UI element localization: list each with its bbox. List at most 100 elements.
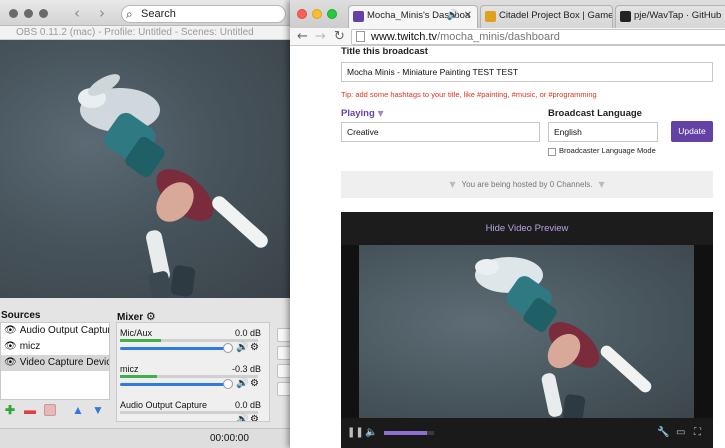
- miniature-figure-image: [78, 74, 268, 298]
- github-icon: [620, 11, 631, 22]
- eye-icon[interactable]: 👁: [4, 357, 17, 368]
- search-icon: ⌕: [126, 7, 133, 21]
- properties-icon[interactable]: [44, 404, 56, 416]
- eye-icon[interactable]: 👁: [4, 325, 17, 336]
- audio-mixer: Mic/Aux 0.0 dB 🔊 ⚙ micz -0.3 dB 🔊 ⚙ Audi…: [116, 322, 270, 422]
- language-select[interactable]: English: [548, 122, 658, 142]
- tab-label: Citadel Project Box | Games: [499, 10, 613, 21]
- hosted-bar[interactable]: ▼ You are being hosted by 0 Channels. ▼: [341, 171, 713, 198]
- hashtag-tip: Tip: add some hashtags to your title, li…: [341, 90, 597, 99]
- arrow-down-icon[interactable]: ▼: [92, 404, 104, 416]
- volume-slider[interactable]: [120, 347, 228, 350]
- gear-icon[interactable]: ⚙: [250, 378, 259, 389]
- wrench-icon[interactable]: 🔧: [657, 427, 669, 438]
- title-label: Title this broadcast: [341, 46, 428, 57]
- speaker-icon[interactable]: 🔊: [236, 414, 248, 421]
- page-icon: [356, 31, 365, 42]
- source-item[interactable]: 👁 micz: [1, 339, 109, 355]
- plus-icon[interactable]: ✚: [4, 404, 16, 416]
- reload-icon[interactable]: ↻: [334, 28, 345, 46]
- source-item-selected[interactable]: 👁 Video Capture Device: [1, 355, 109, 371]
- volume-slider-handle[interactable]: [223, 343, 233, 353]
- hide-preview-button[interactable]: Hide Video Preview: [341, 212, 713, 245]
- chrome-window: Mocha_Minis's Dashboa 🔊 ✕ Citadel Projec…: [290, 0, 725, 448]
- spotlight-search[interactable]: ⌕ Search: [121, 5, 286, 23]
- title-input[interactable]: Mocha Minis - Miniature Painting TEST TE…: [341, 62, 713, 82]
- obs-window: ‹ › ⌕ Search OBS 0.11.2 (mac) - Profile:…: [0, 0, 292, 448]
- minimize-window-button[interactable]: [24, 9, 33, 18]
- obs-statusbar: 00:00:00: [0, 428, 292, 448]
- url-text: www.twitch.tv/mocha_minis/dashboard: [371, 31, 560, 43]
- browser-toolbar: ← → ↻ www.twitch.tv/mocha_minis/dashboar…: [290, 28, 725, 46]
- pause-icon[interactable]: ❚❚: [347, 427, 364, 438]
- fullscreen-icon[interactable]: ⛶: [694, 427, 701, 438]
- channel-name: micz: [120, 364, 139, 374]
- forward-arrow-icon[interactable]: ›: [99, 4, 105, 22]
- twitch-icon: [353, 11, 364, 22]
- back-arrow-icon[interactable]: ‹: [74, 4, 80, 22]
- zoom-window-button[interactable]: [327, 9, 337, 19]
- language-label: Broadcast Language: [548, 108, 642, 119]
- tab-github[interactable]: pje/WavTap · GitHub: [615, 5, 725, 28]
- tab-citadel[interactable]: Citadel Project Box | Games: [480, 5, 613, 28]
- url-path: /mocha_minis/dashboard: [437, 31, 560, 43]
- twitch-dashboard: Title this broadcast Mocha Minis - Minia…: [290, 46, 725, 448]
- theater-mode-icon[interactable]: ▭: [676, 427, 685, 438]
- desktop: ‹ › ⌕ Search OBS 0.11.2 (mac) - Profile:…: [0, 0, 725, 448]
- source-label: Audio Output Capture: [19, 325, 109, 336]
- volume-slider[interactable]: [120, 383, 228, 386]
- player-controls: ❚❚ 🔈 🔧 ▭ ⛶: [341, 418, 713, 448]
- gear-icon[interactable]: ⚙: [250, 342, 259, 353]
- arrow-up-icon[interactable]: ▲: [72, 404, 84, 416]
- obs-preview-canvas[interactable]: [0, 40, 292, 298]
- minus-icon[interactable]: ▬: [24, 404, 36, 416]
- close-tab-icon[interactable]: ✕: [464, 6, 472, 26]
- channel-name: Mic/Aux: [120, 328, 153, 338]
- sources-toolbar: ✚ ▬ ▲ ▼: [0, 402, 110, 420]
- stream-timer: 00:00:00: [210, 433, 249, 444]
- mixer-channel: micz -0.3 dB 🔊 ⚙: [117, 362, 269, 396]
- tab-strip: Mocha_Minis's Dashboa 🔊 ✕ Citadel Projec…: [290, 0, 725, 28]
- volume-icon[interactable]: 🔈: [365, 427, 377, 438]
- close-window-button[interactable]: [297, 9, 307, 19]
- zoom-window-button[interactable]: [39, 9, 48, 18]
- playing-label: Playing: [341, 108, 375, 119]
- source-item[interactable]: 👁 Audio Output Capture: [1, 323, 109, 339]
- miniature-figure-image: [475, 257, 652, 418]
- sources-heading: Sources: [1, 310, 41, 321]
- minimize-window-button[interactable]: [312, 9, 322, 19]
- chevron-down-icon: ▼: [449, 180, 456, 189]
- volume-bar[interactable]: [384, 431, 434, 435]
- obs-dock: Sources 👁 Audio Output Capture 👁 micz 👁 Vid…: [0, 298, 292, 448]
- gear-icon[interactable]: ⚙: [250, 414, 259, 421]
- speaker-icon[interactable]: 🔊: [236, 342, 248, 353]
- playing-dropdown[interactable]: Playing ▼: [341, 108, 384, 119]
- obs-titlebar: ‹ › ⌕ Search: [0, 0, 292, 26]
- eye-icon[interactable]: 👁: [4, 341, 17, 352]
- mixer-channel: Audio Output Capture 0.0 dB 🔊 ⚙: [117, 398, 269, 421]
- chevron-down-icon: ▼: [598, 180, 605, 189]
- game-input[interactable]: Creative: [341, 122, 540, 142]
- obs-window-title: OBS 0.11.2 (mac) - Profile: Untitled - S…: [0, 26, 292, 40]
- volume-slider-handle[interactable]: [223, 379, 233, 389]
- update-button[interactable]: Update: [671, 121, 713, 142]
- language-mode-checkbox[interactable]: [548, 148, 556, 156]
- speaker-icon: 🔊: [446, 10, 459, 21]
- back-arrow-icon[interactable]: ←: [297, 28, 308, 46]
- search-label: Search: [141, 8, 176, 20]
- speaker-icon[interactable]: 🔊: [236, 378, 248, 389]
- language-mode-label: Broadcaster Language Mode: [559, 146, 656, 155]
- citadel-icon: [485, 11, 496, 22]
- chevron-down-icon: ▼: [377, 109, 384, 118]
- close-window-button[interactable]: [9, 9, 18, 18]
- mixer-channel: Mic/Aux 0.0 dB 🔊 ⚙: [117, 326, 269, 360]
- forward-arrow-icon[interactable]: →: [315, 28, 326, 46]
- address-bar[interactable]: www.twitch.tv/mocha_minis/dashboard: [351, 29, 725, 45]
- channel-db: 0.0 dB: [234, 328, 261, 338]
- sources-list[interactable]: 👁 Audio Output Capture 👁 micz 👁 Video Captu…: [0, 322, 110, 400]
- video-preview[interactable]: [359, 245, 694, 418]
- url-host: www.twitch.tv: [371, 31, 438, 43]
- channel-db: 0.0 dB: [234, 400, 261, 410]
- source-label: Video Capture Device: [19, 357, 109, 368]
- tab-twitch-dashboard[interactable]: Mocha_Minis's Dashboa 🔊 ✕: [348, 5, 478, 28]
